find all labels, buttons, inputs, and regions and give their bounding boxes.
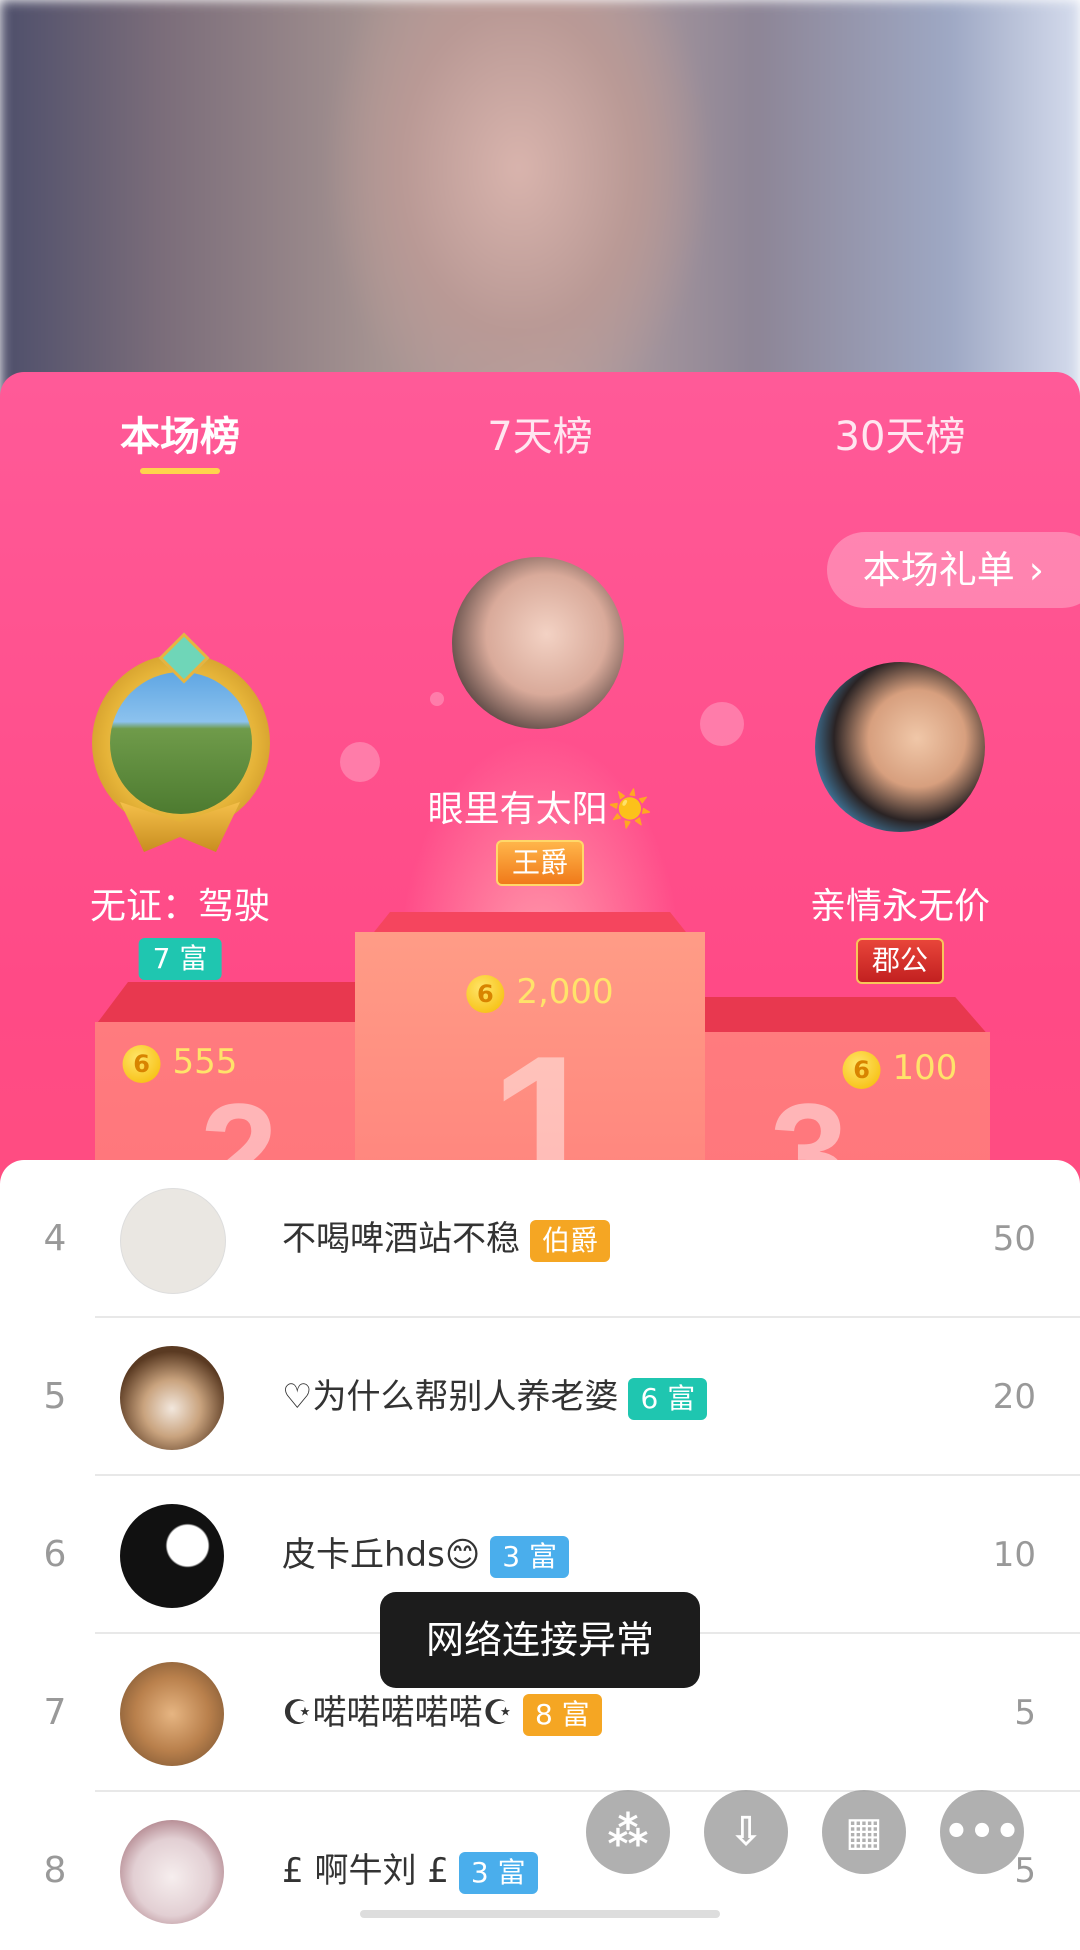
third-score: 6 100	[842, 1048, 957, 1089]
avatar-second[interactable]	[110, 672, 252, 814]
rich-badge: 3 富	[490, 1535, 570, 1578]
home-indicator	[360, 1910, 720, 1918]
rank-number: 4	[43, 1218, 67, 1259]
coin-icon: 6	[122, 1044, 161, 1083]
coin-icon: 6	[842, 1050, 881, 1089]
gift-list-label: 本场礼单	[862, 548, 1015, 592]
rich-badge: 6 富	[628, 1377, 708, 1420]
gift-list-button[interactable]: 本场礼单 ›	[826, 532, 1080, 608]
download-icon: ⇩	[729, 1809, 763, 1855]
list-item[interactable]: 5 ♡为什么帮别人养老婆 6 富 20	[0, 1318, 1080, 1476]
rank-number: 5	[43, 1376, 67, 1417]
podium-top-2	[95, 982, 370, 1026]
tab-30-days[interactable]: 30天榜	[835, 402, 966, 472]
share-icon: ⁂	[607, 1809, 649, 1855]
rank-number: 7	[43, 1692, 67, 1733]
first-name: 眼里有太阳☀️	[427, 789, 653, 830]
more-icon: •••	[943, 1809, 1021, 1855]
tab-7-days[interactable]: 7天榜	[487, 402, 592, 472]
first-noble-badge: 王爵	[495, 840, 585, 886]
contribution-value: 10	[992, 1535, 1036, 1575]
tab-this-session[interactable]: 本场榜	[120, 402, 240, 472]
coin-icon: 6	[466, 974, 505, 1013]
avatar[interactable]	[120, 1662, 224, 1766]
avatar[interactable]	[120, 1504, 224, 1608]
rich-badge: 8 富	[522, 1693, 602, 1736]
user-name: ♡为什么帮别人养老婆 6 富	[282, 1318, 708, 1476]
rich-badge: 3 富	[458, 1851, 538, 1894]
list-item[interactable]: 8 £ 啊牛刘 £3 富 5	[0, 1792, 1080, 1950]
list-item[interactable]: 4 不喝啤酒站不稳 伯爵 50	[0, 1160, 1080, 1318]
first-score: 6 2,000	[466, 972, 614, 1013]
chevron-right-icon: ›	[1028, 548, 1044, 592]
avatar-third[interactable]	[815, 662, 985, 832]
second-name: 无证：驾驶	[89, 886, 271, 927]
second-score: 6 555	[122, 1042, 237, 1083]
user-name: 不喝啤酒站不稳 伯爵	[282, 1160, 611, 1318]
grid-button[interactable]: ▦	[822, 1790, 906, 1874]
avatar-first[interactable]	[452, 557, 624, 729]
third-name: 亲情永无价	[809, 886, 991, 927]
contribution-value: 50	[992, 1219, 1036, 1259]
download-button[interactable]: ⇩	[704, 1790, 788, 1874]
rank-number: 6	[43, 1534, 67, 1575]
noble-badge: 伯爵	[530, 1219, 611, 1262]
share-button[interactable]: ⁂	[586, 1790, 670, 1874]
ranking-list: 4 不喝啤酒站不稳 伯爵 50 5 ♡为什么帮别人养老婆 6 富 20 6 皮卡丘h…	[0, 1160, 1080, 1940]
live-video-background	[0, 0, 1080, 420]
active-tab-indicator	[140, 468, 220, 474]
avatar[interactable]	[120, 1346, 224, 1450]
contribution-value: 20	[992, 1377, 1036, 1417]
avatar[interactable]	[120, 1820, 224, 1924]
network-error-toast: 网络连接异常	[380, 1592, 700, 1688]
second-rich-badge: 7 富	[138, 938, 222, 980]
contribution-value: 5	[1014, 1693, 1036, 1733]
grid-icon: ▦	[845, 1809, 883, 1855]
podium-top-3	[700, 997, 990, 1037]
ranking-tabs: 本场榜 7天榜 30天榜	[0, 402, 1080, 472]
avatar[interactable]	[120, 1188, 226, 1294]
more-button[interactable]: •••	[940, 1790, 1024, 1874]
user-name: £ 啊牛刘 £3 富	[282, 1792, 538, 1950]
rank-number: 8	[43, 1850, 67, 1891]
third-noble-badge: 郡公	[855, 938, 945, 984]
